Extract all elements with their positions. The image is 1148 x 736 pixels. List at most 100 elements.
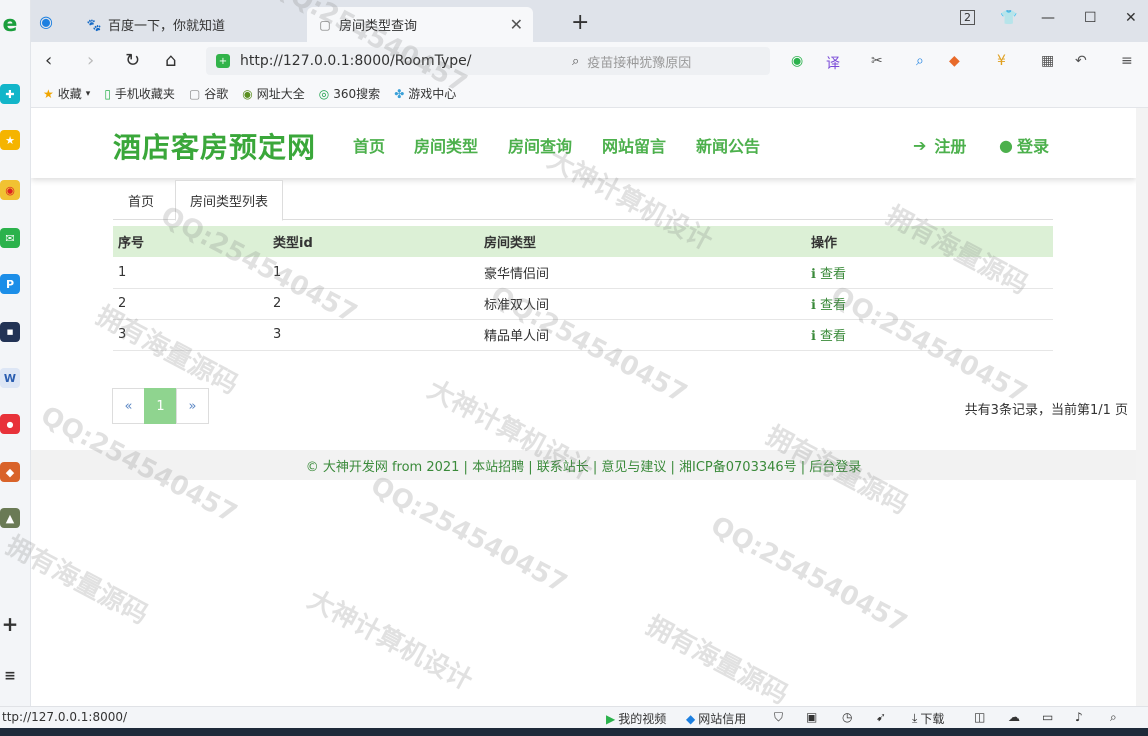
rocket-icon[interactable]: ➹ [876, 710, 886, 724]
star-icon[interactable]: ★ [0, 130, 20, 150]
bookmark-mobile[interactable]: ▯ 手机收藏夹 [104, 85, 175, 102]
window-icon[interactable]: ▭ [1042, 710, 1053, 724]
tab-baidu[interactable]: 🐾 百度一下，你就知道 [76, 7, 296, 42]
nav-room-types[interactable]: 房间类型 [414, 133, 478, 157]
record-summary: 共有3条记录，当前第1/1 页 [964, 403, 1128, 418]
nav-messages[interactable]: 网站留言 [602, 133, 666, 157]
cast-icon[interactable]: ◫ [974, 710, 985, 724]
wechat-icon[interactable]: ◉ [791, 53, 803, 69]
site-credit[interactable]: ◆ 网站信用 [686, 710, 746, 727]
site-logo[interactable]: 酒店客房预定网 [113, 126, 316, 166]
nav-home[interactable]: 首页 [353, 133, 385, 157]
undo-icon[interactable]: ↶ [1075, 53, 1087, 69]
game2-icon[interactable]: ▲ [0, 508, 20, 528]
coin-icon[interactable]: ¥ [997, 53, 1006, 69]
scissors-icon[interactable]: ✂ [871, 53, 883, 69]
col-no: 序号 [113, 226, 268, 257]
home-icon[interactable]: ⌂ [165, 50, 176, 71]
row-action: ℹ 查看 [806, 257, 1053, 289]
more-menu-icon[interactable]: ≡ [1121, 53, 1133, 69]
translate-icon[interactable]: 译 [826, 53, 840, 73]
security-shield-icon: + [216, 54, 230, 68]
my-videos[interactable]: ▶ 我的视频 [606, 710, 666, 727]
page-scrollbar[interactable] [1136, 108, 1148, 708]
status-url: ttp://127.0.0.1:8000/ [2, 710, 128, 724]
weibo-icon[interactable]: ◉ [0, 180, 20, 200]
doc-icon[interactable]: W [0, 368, 20, 388]
back-icon[interactable]: ‹ [45, 50, 52, 71]
news-icon[interactable]: ■ [0, 322, 20, 342]
nav-room-search[interactable]: 房间查询 [508, 133, 572, 157]
menu-icon[interactable]: ≡ [0, 666, 20, 686]
url-text[interactable]: http://127.0.0.1:8000/RoomType/ [240, 53, 472, 69]
row-room-type: 标准双人间 [479, 288, 806, 320]
tab-count-badge[interactable]: 2 [960, 10, 975, 25]
maximize-icon[interactable]: ☐ [1084, 10, 1097, 26]
ie-icon[interactable]: e [0, 12, 20, 37]
close-tab-icon[interactable]: ✕ [510, 15, 523, 34]
phone-icon: ▯ [104, 86, 111, 101]
chevron-down-icon: ▾ [85, 88, 91, 99]
tab-roomtype[interactable]: ▢ 房间类型查询 ✕ [307, 7, 533, 42]
image-icon[interactable]: ▣ [806, 710, 817, 724]
breadcrumb-home[interactable]: 首页 [128, 180, 154, 220]
shirt-icon[interactable]: 👕 [1000, 10, 1017, 26]
row-action: ℹ 查看 [806, 288, 1053, 320]
sound-icon[interactable]: ♪ [1075, 710, 1083, 724]
tab-strip: ◉ 🐾 百度一下，你就知道 ▢ 房间类型查询 ✕ + 2 👕 — ☐ ✕ [31, 0, 1148, 42]
app-p-icon[interactable]: P [0, 274, 20, 294]
address-bar[interactable]: + http://127.0.0.1:8000/RoomType/ [206, 47, 576, 75]
row-type-id: 1 [268, 257, 479, 289]
forward-icon[interactable]: › [87, 50, 94, 71]
info-icon: ℹ [811, 298, 816, 313]
baidu-icon: 🐾 [86, 17, 102, 32]
star-icon: ★ [43, 86, 54, 101]
apps-grid-icon[interactable]: ▦ [1041, 53, 1054, 69]
current-page-button[interactable]: 1 [144, 388, 177, 424]
view-link[interactable]: ℹ 查看 [811, 298, 846, 313]
bookmark-favorites[interactable]: ★ 收藏 ▾ [43, 85, 90, 102]
nav-news[interactable]: 新闻公告 [696, 133, 760, 157]
bookmark-google[interactable]: ▢ 谷歌 [189, 85, 228, 102]
site-footer[interactable]: © 大神开发网 from 2021 | 本站招聘 | 联系站长 | 意见与建议 … [31, 450, 1136, 480]
view-link[interactable]: ℹ 查看 [811, 267, 846, 282]
shield-status-icon[interactable]: ⛉ [774, 710, 783, 725]
bookmark-games[interactable]: ✤ 游戏中心 [394, 85, 456, 102]
download[interactable]: ⤓ 下载 [912, 710, 944, 727]
login-link[interactable]: ● 登录 [999, 133, 1049, 157]
game-icon[interactable]: ◆ [0, 462, 20, 482]
refresh-icon[interactable]: ↻ [125, 50, 140, 71]
breadcrumb-room-type-list[interactable]: 房间类型列表 [175, 180, 284, 221]
navigate-icon[interactable]: ◉ [39, 12, 53, 31]
room-type-table: 序号 类型id 房间类型 操作 1 1 豪华情侣间 ℹ 查看 2 2 标准双人间 … [113, 226, 1053, 351]
find-icon[interactable]: ⌕ [916, 53, 924, 69]
search-input[interactable]: ⌕ 疫苗接种犹豫原因 [564, 47, 770, 75]
bookmark-360[interactable]: ◎ 360搜索 [319, 85, 380, 102]
table-header-row: 序号 类型id 房间类型 操作 [113, 226, 1053, 257]
breadcrumb: 首页 房间类型列表 [113, 180, 1053, 221]
download-icon: ⤓ [912, 711, 918, 725]
shop-icon[interactable]: ● [0, 414, 20, 434]
health-icon[interactable]: ✚ [0, 84, 20, 104]
new-tab-icon[interactable]: + [571, 10, 589, 35]
row-type-id: 3 [268, 319, 479, 351]
minimize-icon[interactable]: — [1041, 10, 1055, 26]
user-icon: ● [999, 135, 1013, 155]
page-icon: ▢ [319, 17, 331, 32]
zoom-icon[interactable]: ⌕ [1110, 710, 1117, 725]
drop-icon: ◆ [686, 711, 696, 726]
view-link[interactable]: ℹ 查看 [811, 329, 846, 344]
bookmark-sites[interactable]: ◉ 网址大全 [242, 85, 305, 102]
add-icon[interactable]: + [0, 612, 20, 636]
prev-page-button[interactable]: « [112, 388, 145, 424]
next-page-button[interactable]: » [176, 388, 209, 424]
register-link[interactable]: ➔ 注册 [913, 133, 966, 157]
table-row: 3 3 精品单人间 ℹ 查看 [113, 319, 1053, 351]
table-row: 2 2 标准双人间 ℹ 查看 [113, 288, 1053, 320]
cloud-icon[interactable]: ☁ [1008, 710, 1020, 724]
game-controller-icon[interactable]: ◆ [949, 53, 960, 69]
speed-icon[interactable]: ◷ [842, 710, 852, 724]
window-close-icon[interactable]: ✕ [1125, 10, 1137, 26]
row-room-type: 精品单人间 [479, 319, 806, 351]
mail-icon[interactable]: ✉ [0, 228, 20, 248]
